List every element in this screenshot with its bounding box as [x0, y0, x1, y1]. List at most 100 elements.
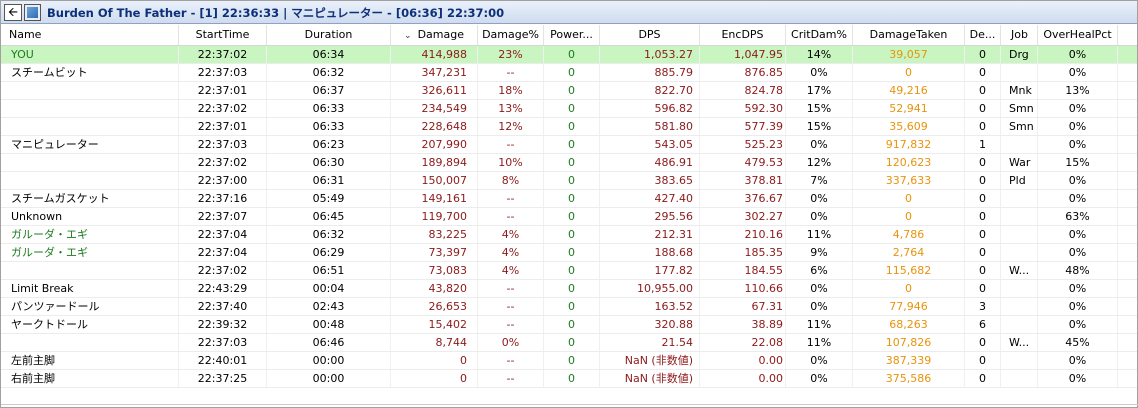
cell-critdam: 0%: [786, 370, 853, 387]
table-row[interactable]: YOU 22:37:02 06:34 414,988 23% 0 1,053.27 1,047…: [1, 46, 1137, 64]
cell-deaths: 6: [965, 316, 1001, 333]
cell-power: 0: [544, 316, 600, 333]
col-damagepct-header[interactable]: Damage%: [478, 25, 544, 45]
cell-overheal: 48%: [1038, 262, 1118, 279]
cell-dps: 163.52: [600, 298, 700, 315]
cell-damage: 43,820: [391, 280, 478, 297]
cell-deaths: 1: [965, 136, 1001, 153]
cell-start: 22:40:01: [179, 352, 267, 369]
cell-encdps: 0.00: [700, 370, 786, 387]
table-header: Name StartTime Duration ⌄ Damage Damage% …: [1, 25, 1137, 46]
cell-name: [1, 82, 179, 99]
cell-damage-pct: 4%: [478, 226, 544, 243]
cell-overheal: 0%: [1038, 298, 1118, 315]
table-row[interactable]: Unknown 22:37:07 06:45 119,700 -- 0 295.56 302.…: [1, 208, 1137, 226]
cell-damage: 26,653: [391, 298, 478, 315]
cell-deaths: 0: [965, 244, 1001, 261]
table-row[interactable]: ガルーダ・エギ 22:37:04 06:32 83,225 4% 0 212.31 210.1…: [1, 226, 1137, 244]
cell-damage: 0: [391, 370, 478, 387]
cell-job: Drg: [1001, 46, 1038, 63]
table-row[interactable]: 22:37:03 06:46 8,744 0% 0 21.54 22.08 11% 107,82…: [1, 334, 1137, 352]
cell-start: 22:37:07: [179, 208, 267, 225]
cell-deaths: 0: [965, 280, 1001, 297]
cell-duration: 06:32: [267, 64, 391, 81]
back-arrow-icon[interactable]: 🡨: [4, 4, 22, 21]
cell-encdps: 210.16: [700, 226, 786, 243]
cell-taken: 2,764: [853, 244, 965, 261]
table-row[interactable]: 22:37:02 06:33 234,549 13% 0 596.82 592.30 15% 5…: [1, 100, 1137, 118]
cell-dps: 1,053.27: [600, 46, 700, 63]
cell-power: 0: [544, 64, 600, 81]
cell-name: [1, 100, 179, 117]
cell-encdps: 479.53: [700, 154, 786, 171]
col-starttime-header[interactable]: StartTime: [179, 25, 267, 45]
cell-power: 0: [544, 172, 600, 189]
cell-damage-pct: 4%: [478, 262, 544, 279]
cell-deaths: 0: [965, 100, 1001, 117]
col-duration-header[interactable]: Duration: [267, 25, 391, 45]
table-row[interactable]: 左前主脚 22:40:01 00:00 0 -- 0 NaN (非数値) 0.00 0% 387,…: [1, 352, 1137, 370]
cell-duration: 06:33: [267, 118, 391, 135]
table-row[interactable]: Limit Break 22:43:29 00:04 43,820 -- 0 10,955.…: [1, 280, 1137, 298]
cell-damage-pct: --: [478, 208, 544, 225]
cell-taken: 107,826: [853, 334, 965, 351]
cell-critdam: 14%: [786, 46, 853, 63]
table-row[interactable]: 22:37:01 06:33 228,648 12% 0 581.80 577.39 15% 3…: [1, 118, 1137, 136]
cell-damage: 228,648: [391, 118, 478, 135]
cell-start: 22:39:32: [179, 316, 267, 333]
table-row[interactable]: マニピュレーター 22:37:03 06:23 207,990 -- 0 543.05 525…: [1, 136, 1137, 154]
cell-encdps: 110.66: [700, 280, 786, 297]
table-row[interactable]: スチームガスケット 22:37:16 05:49 149,161 -- 0 427.40 37…: [1, 190, 1137, 208]
cell-name: スチームビット: [1, 64, 179, 81]
cell-damage-pct: --: [478, 64, 544, 81]
cell-job: [1001, 136, 1038, 153]
col-dps-header[interactable]: DPS: [600, 25, 700, 45]
cell-critdam: 15%: [786, 118, 853, 135]
cell-dps: 177.82: [600, 262, 700, 279]
cell-encdps: 0.00: [700, 352, 786, 369]
cell-power: 0: [544, 82, 600, 99]
table-row[interactable]: ヤークトドール 22:39:32 00:48 15,402 -- 0 320.88 38.89…: [1, 316, 1137, 334]
table-row[interactable]: パンツァードール 22:37:40 02:43 26,653 -- 0 163.52 67.3…: [1, 298, 1137, 316]
cell-power: 0: [544, 154, 600, 171]
cell-name: [1, 118, 179, 135]
col-job-header[interactable]: Job: [1001, 25, 1038, 45]
table-row[interactable]: 右前主脚 22:37:25 00:00 0 -- 0 NaN (非数値) 0.00 0% 375,…: [1, 370, 1137, 388]
table-row[interactable]: 22:37:01 06:37 326,611 18% 0 822.70 824.78 17% 4…: [1, 82, 1137, 100]
cell-power: 0: [544, 262, 600, 279]
table-row[interactable]: 22:37:02 06:30 189,894 10% 0 486.91 479.53 12% 1…: [1, 154, 1137, 172]
col-overhealpct-header[interactable]: OverHealPct: [1038, 25, 1118, 45]
cell-power: 0: [544, 298, 600, 315]
col-critdam-header[interactable]: CritDam%: [786, 25, 853, 45]
cell-dps: 543.05: [600, 136, 700, 153]
col-deaths-header[interactable]: De...: [965, 25, 1001, 45]
cell-damage: 15,402: [391, 316, 478, 333]
cell-taken: 115,682: [853, 262, 965, 279]
cell-deaths: 0: [965, 334, 1001, 351]
col-encdps-header[interactable]: EncDPS: [700, 25, 786, 45]
table-row[interactable]: ガルーダ・エギ 22:37:04 06:29 73,397 4% 0 188.68 185.3…: [1, 244, 1137, 262]
cell-power: 0: [544, 208, 600, 225]
cell-damage: 414,988: [391, 46, 478, 63]
cell-dps: 188.68: [600, 244, 700, 261]
table-row[interactable]: 22:37:00 06:31 150,007 8% 0 383.65 378.81 7% 337…: [1, 172, 1137, 190]
table-row[interactable]: スチームビット 22:37:03 06:32 347,231 -- 0 885.79 876.…: [1, 64, 1137, 82]
cell-start: 22:37:02: [179, 262, 267, 279]
col-power-header[interactable]: Power...: [544, 25, 600, 45]
cell-critdam: 17%: [786, 82, 853, 99]
cell-power: 0: [544, 370, 600, 387]
col-damage-header[interactable]: ⌄ Damage: [391, 25, 478, 45]
col-damagetaken-header[interactable]: DamageTaken: [853, 25, 965, 45]
col-name-header[interactable]: Name: [1, 25, 179, 45]
cell-dps: NaN (非数値): [600, 370, 700, 387]
table-row[interactable]: 22:37:02 06:51 73,083 4% 0 177.82 184.55 6% 115,…: [1, 262, 1137, 280]
cell-dps: NaN (非数値): [600, 352, 700, 369]
cell-damage: 234,549: [391, 100, 478, 117]
cell-critdam: 12%: [786, 154, 853, 171]
cell-deaths: 3: [965, 298, 1001, 315]
cell-damage-pct: 18%: [478, 82, 544, 99]
cell-encdps: 824.78: [700, 82, 786, 99]
cell-power: 0: [544, 244, 600, 261]
cell-duration: 06:34: [267, 46, 391, 63]
cell-damage-pct: --: [478, 298, 544, 315]
